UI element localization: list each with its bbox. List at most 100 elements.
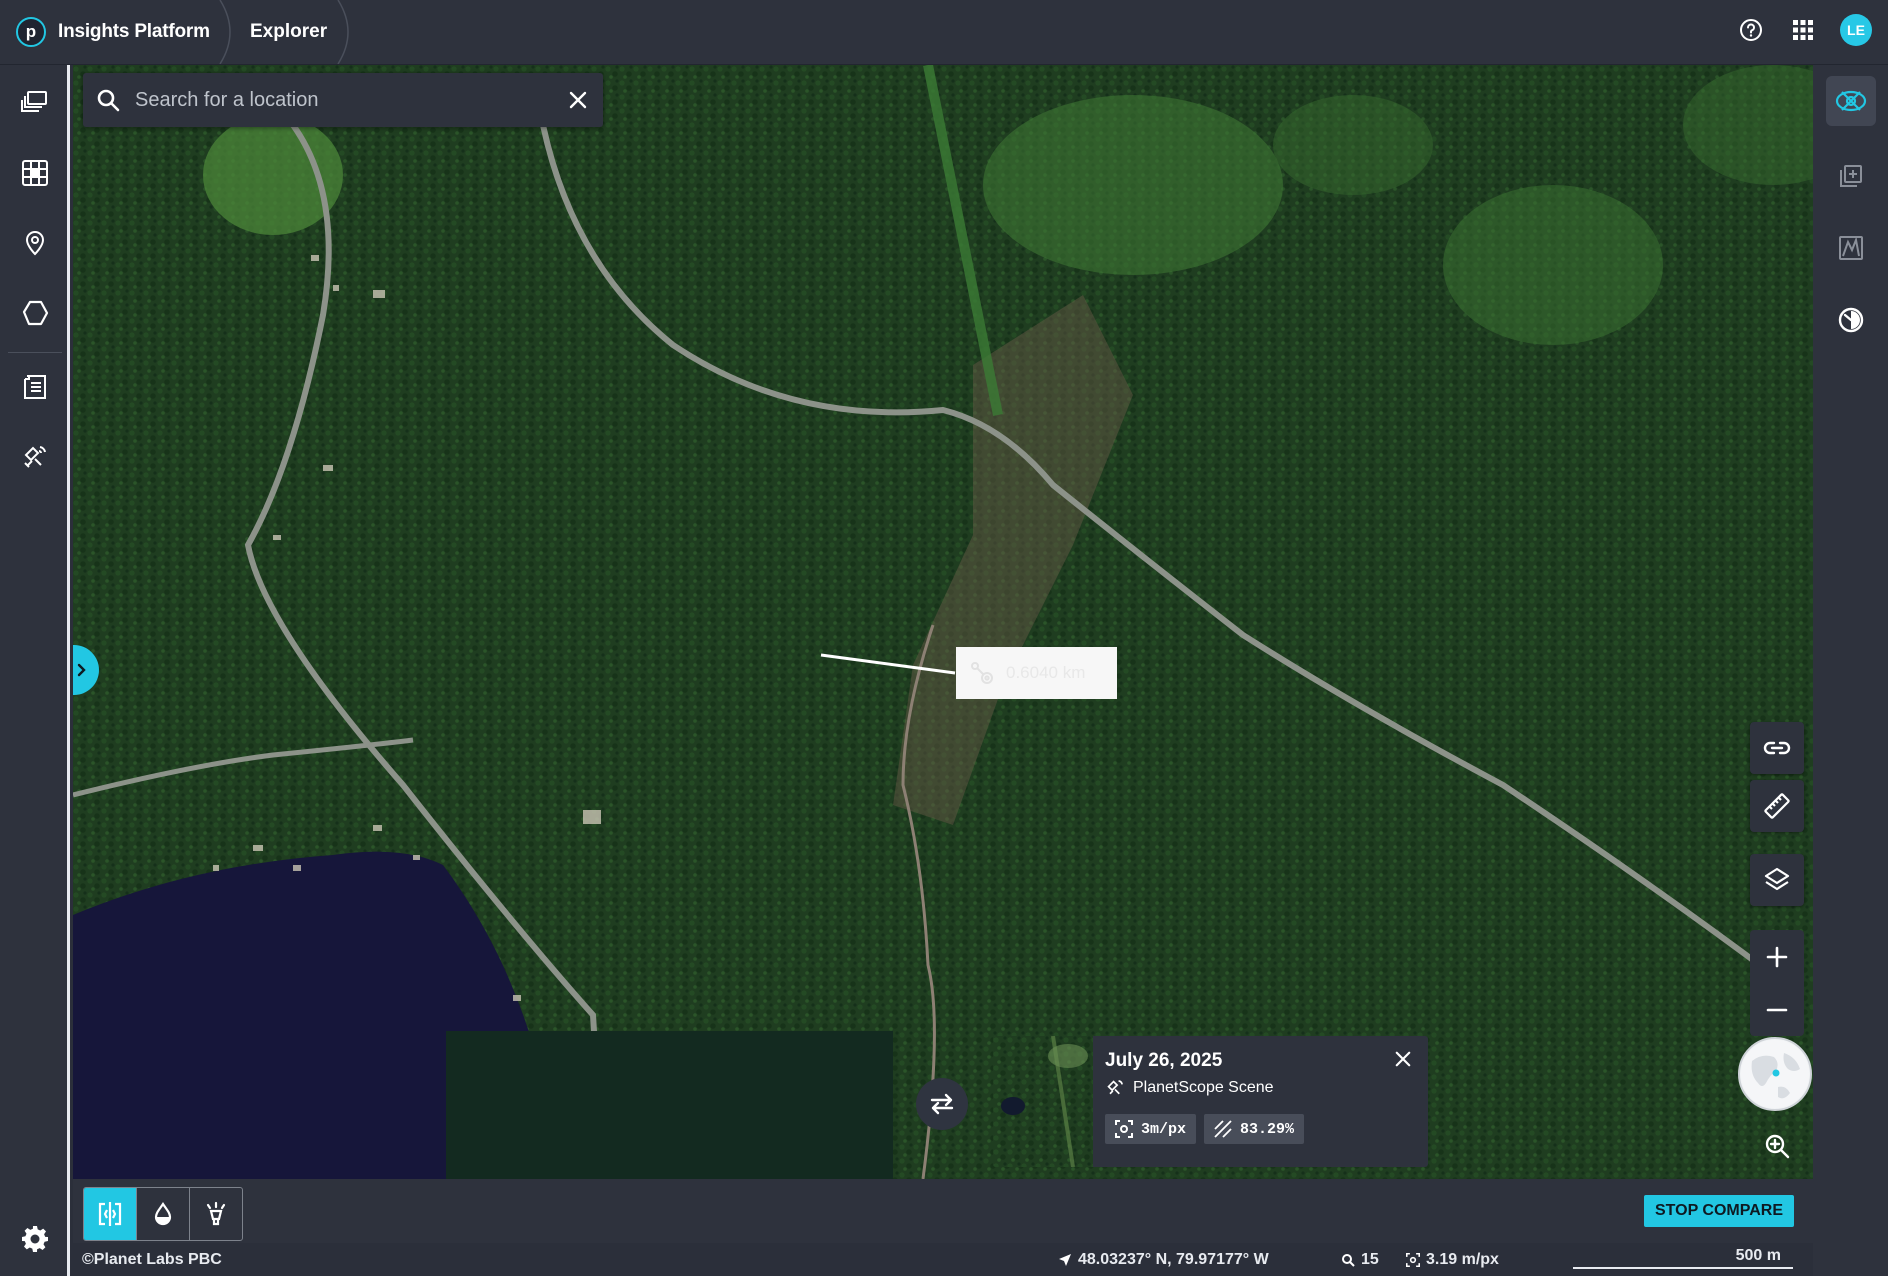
measurement-label: 0.6040 km (956, 647, 1117, 699)
rail-item-feeds[interactable] (17, 85, 53, 121)
layers-icon (1764, 867, 1790, 891)
tab-explorer[interactable]: Explorer (250, 0, 327, 64)
apps-button[interactable] (1788, 15, 1818, 45)
rail-divider (8, 352, 62, 353)
coverage-chip: 83.29% (1204, 1114, 1305, 1144)
rail-item-charts[interactable] (1826, 223, 1876, 273)
brand[interactable]: p Insights Platform (16, 14, 210, 50)
focus-frame-icon (1406, 1253, 1420, 1267)
plus-icon (1766, 946, 1788, 967)
split-compare-button[interactable] (84, 1188, 137, 1240)
zoom-value: 15 (1361, 1251, 1379, 1268)
header-separator (337, 0, 349, 64)
left-nav-rail (0, 65, 70, 1276)
clear-search-button[interactable] (553, 91, 603, 109)
measure-path-icon (971, 662, 993, 684)
resolution-value: 3.19 m/px (1426, 1251, 1499, 1268)
status-bar: ©Planet Labs PBC 48.03237° N, 79.97177° … (73, 1243, 1813, 1276)
spotlight-compare-button[interactable] (190, 1188, 242, 1240)
location-pin-icon (25, 231, 45, 256)
resolution-chip: 3m/px (1105, 1114, 1197, 1144)
right-tool-rail (1813, 65, 1888, 1276)
scene-card[interactable]: July 26, 2025 PlanetScope Scene 3m/px 83… (993, 1036, 1428, 1167)
help-button[interactable] (1736, 15, 1766, 45)
gear-icon (22, 1226, 48, 1252)
add-frame-icon (1840, 165, 1862, 187)
settings-button[interactable] (18, 1222, 52, 1256)
link-icon (1763, 741, 1791, 755)
cursor-coordinates: 48.03237° N, 79.97177° W (1058, 1251, 1269, 1269)
document-list-icon (24, 375, 46, 399)
zoom-level: 15 (1341, 1251, 1379, 1269)
zoom-in-button[interactable] (1750, 930, 1804, 983)
navigation-arrow-icon (1059, 1254, 1071, 1266)
zoom-to-extent-button[interactable] (1750, 1120, 1804, 1172)
map-resolution: 3.19 m/px (1406, 1251, 1499, 1269)
planet-logo-icon: p (16, 17, 46, 47)
location-search (83, 73, 603, 127)
close-icon (569, 91, 587, 109)
bottom-toolbar: STOP COMPARE (73, 1179, 1813, 1243)
apps-grid-icon (1793, 20, 1813, 40)
hatch-coverage-icon (1214, 1120, 1232, 1138)
rail-item-tasking[interactable] (17, 439, 53, 475)
map-viewport[interactable]: 0.6040 km (73, 65, 1813, 1179)
satellite-icon (1107, 1080, 1123, 1095)
overview-globe[interactable] (1738, 1037, 1812, 1111)
contrast-clock-icon (1838, 307, 1864, 333)
zoom-controls (1750, 930, 1804, 1036)
layers-button[interactable] (1750, 854, 1804, 906)
copyright-text: ©Planet Labs PBC (82, 1251, 222, 1268)
rail-item-imagery[interactable] (1826, 76, 1876, 126)
rail-item-places[interactable] (17, 225, 53, 261)
chevron-right-icon (77, 663, 86, 677)
search-icon (83, 88, 133, 112)
share-link-button[interactable] (1750, 722, 1804, 774)
rail-item-mosaics[interactable] (17, 155, 53, 191)
user-avatar[interactable]: LE (1840, 14, 1872, 46)
search-icon (1342, 1254, 1355, 1267)
droplet-icon (154, 1202, 172, 1226)
scene-type: PlanetScope Scene (1105, 1078, 1274, 1098)
spotlight-icon (206, 1201, 226, 1226)
split-view-icon (98, 1202, 122, 1226)
brand-name: Insights Platform (58, 21, 210, 42)
zoom-magnifier-icon (1765, 1134, 1790, 1159)
focus-frame-icon (1115, 1120, 1133, 1138)
swap-compare-button[interactable] (916, 1078, 968, 1130)
chart-frame-icon (1839, 236, 1863, 260)
zoom-out-button[interactable] (1750, 983, 1804, 1036)
top-bar: p Insights Platform Explorer LE (0, 0, 1888, 65)
coverage-value: 83.29% (1240, 1120, 1295, 1138)
close-icon (1395, 1051, 1411, 1067)
stacked-layers-icon (21, 91, 47, 112)
globe-icon (1741, 1040, 1809, 1108)
measure-tool-button[interactable] (1750, 780, 1804, 832)
opacity-compare-button[interactable] (137, 1188, 190, 1240)
close-scene-button[interactable] (1390, 1046, 1416, 1072)
measurement-distance: 0.6040 km (1006, 663, 1086, 682)
resolution-value: 3m/px (1141, 1120, 1187, 1138)
scale-value: 500 m (1735, 1247, 1781, 1264)
coordinates-value: 48.03237° N, 79.97177° W (1078, 1251, 1269, 1268)
header-separator (219, 0, 231, 64)
search-input[interactable] (133, 87, 553, 113)
rail-item-areas[interactable] (17, 295, 53, 331)
polygon-icon (22, 300, 49, 326)
scene-thumbnail (993, 1036, 1093, 1167)
rail-item-reports[interactable] (17, 369, 53, 405)
imagery-swirl-icon (1835, 90, 1867, 112)
rail-item-time[interactable] (1826, 295, 1876, 345)
ruler-icon (1764, 793, 1790, 819)
grid-mosaic-icon (22, 160, 48, 186)
swap-arrows-icon (930, 1093, 954, 1115)
scene-type-label: PlanetScope Scene (1133, 1079, 1274, 1096)
rail-item-add-analysis[interactable] (1826, 151, 1876, 201)
stop-compare-button[interactable]: STOP COMPARE (1643, 1195, 1794, 1227)
scene-date: July 26, 2025 (1105, 1050, 1223, 1071)
compare-scene-placeholder (446, 1031, 893, 1179)
scale-bar: 500 m (1573, 1247, 1793, 1269)
help-icon (1740, 19, 1762, 41)
satellite-icon (24, 446, 46, 468)
compare-mode-group (83, 1187, 243, 1241)
